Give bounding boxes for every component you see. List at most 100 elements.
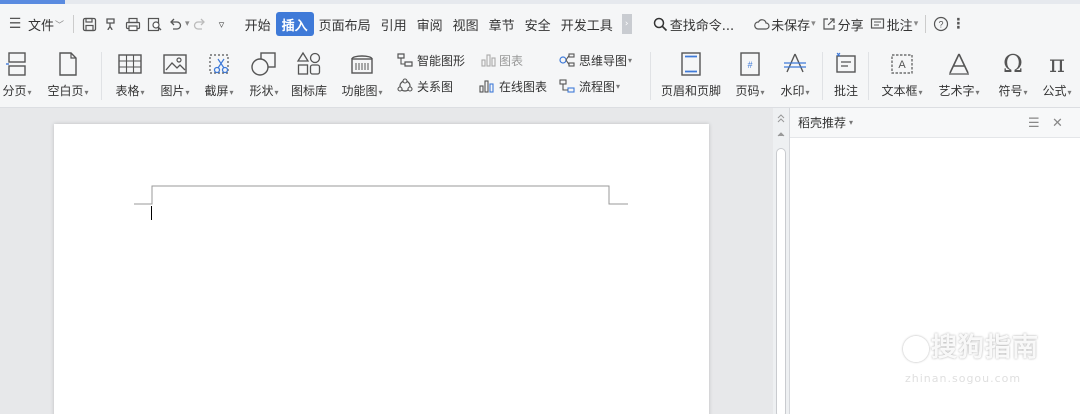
tab-chapter[interactable]: 章节 (484, 12, 520, 36)
textbox-label: 文本框 (881, 84, 918, 98)
picture-button[interactable]: 图片▾ (153, 46, 197, 100)
header-margin-marks (134, 185, 628, 205)
help-icon[interactable]: ? (930, 12, 952, 36)
relation-chart-button[interactable]: 关系图 (396, 76, 453, 96)
tab-references[interactable]: 引用 (376, 12, 412, 36)
table-button[interactable]: 表格▾ (108, 46, 152, 100)
undo-icon[interactable] (166, 12, 184, 36)
more-tabs-chevron-icon[interactable]: › (621, 14, 632, 34)
screenshot-label: 截屏 (204, 84, 229, 98)
online-chart-button[interactable]: 在线图表 (478, 76, 547, 96)
svg-text:?: ? (939, 20, 944, 30)
icon-library-button[interactable]: 图标库 (287, 46, 331, 100)
comment-icon (870, 18, 884, 29)
function-chart-button[interactable]: 功能图▾ (336, 46, 388, 100)
tab-insert[interactable]: 插入 (275, 12, 314, 36)
tab-view[interactable]: 视图 (448, 12, 484, 36)
chevron-down-icon: ▾ (1023, 88, 1028, 97)
textbox-button[interactable]: A 文本框▾ (874, 46, 930, 100)
chevron-down-icon: ▾ (760, 88, 765, 97)
watermark-button[interactable]: 水印▾ (773, 46, 817, 100)
chevron-down-icon[interactable]: ▾ (849, 118, 853, 127)
formula-button[interactable]: π 公式▾ (1036, 46, 1078, 100)
vertical-scrollbar[interactable] (773, 108, 789, 414)
tab-security[interactable]: 安全 (520, 12, 556, 36)
textbox-icon: A (889, 46, 915, 82)
separator (868, 52, 869, 100)
redo-icon[interactable] (190, 12, 210, 36)
scrollbar-thumb[interactable] (776, 148, 786, 414)
chevron-down-icon: ▾ (274, 88, 279, 97)
print-icon[interactable] (122, 12, 144, 36)
shape-button[interactable]: 形状▾ (242, 46, 286, 100)
function-chart-label: 功能图 (341, 84, 378, 98)
logo-icon (903, 335, 929, 362)
screenshot-button[interactable]: 截屏▾ (197, 46, 241, 100)
share-icon (823, 18, 835, 30)
search-command[interactable]: 查找命令... (650, 12, 737, 36)
share-button[interactable]: 分享 (819, 12, 867, 36)
chevron-down-icon: ▾ (628, 55, 633, 65)
save-icon[interactable] (78, 12, 100, 36)
chevron-down-icon: ▾ (27, 88, 32, 97)
tab-review[interactable]: 审阅 (412, 12, 448, 36)
symbol-button[interactable]: Ω 符号▾ (992, 46, 1034, 100)
page-break-label: 分页 (2, 84, 27, 98)
smart-art-button[interactable]: 智能图形 (396, 50, 465, 70)
online-chart-label: 在线图表 (499, 79, 548, 94)
comment-menu-label: 批注 (886, 18, 913, 34)
page-number-label: 页码 (735, 84, 760, 98)
print-preview-icon[interactable] (144, 12, 166, 36)
tab-strip (0, 0, 1080, 4)
menu-row: ☰ 文件 ﹀ ▾ ▿ 开始 插入 页面布局 引用 审阅 视图 章节 安全 开发工… (4, 10, 965, 38)
chevron-down-icon: ▾ (913, 19, 919, 29)
tab-developer[interactable]: 开发工具 (556, 12, 618, 36)
blank-page-button[interactable]: 空白页▾ (42, 46, 94, 100)
ribbon-insert: 分页▾ 空白页▾ 表格▾ 图片▾ 截屏▾ 形状▾ 图标库 功能图▾ 智能图形 图… (0, 46, 1080, 108)
document-page[interactable] (54, 124, 709, 414)
cloud-icon (754, 18, 770, 30)
page-number-icon: # (739, 46, 761, 82)
chevron-down-icon: ▾ (616, 81, 621, 91)
flowchart-icon (559, 79, 575, 93)
mindmap-button[interactable]: 思维导图 ▾ (558, 50, 632, 70)
customize-toolbar-icon[interactable]: ▿ (210, 12, 234, 36)
table-icon (117, 46, 143, 82)
screenshot-icon (206, 46, 232, 82)
scroll-up-icon[interactable] (773, 112, 789, 142)
flowchart-button[interactable]: 流程图 ▾ (558, 76, 620, 96)
file-menu[interactable]: 文件 ﹀ (26, 12, 69, 36)
close-icon[interactable]: ✕ (1052, 116, 1063, 131)
shape-icon (250, 46, 278, 82)
watermark-icon (782, 46, 808, 82)
flowchart-label: 流程图 (579, 79, 616, 94)
file-menu-label: 文件 (28, 18, 55, 34)
more-options-icon[interactable]: ⋮ (951, 12, 965, 36)
header-footer-button[interactable]: 页眉和页脚 (655, 46, 727, 100)
separator (925, 15, 927, 33)
table-label: 表格 (115, 84, 140, 98)
page-number-button[interactable]: # 页码▾ (729, 46, 771, 100)
page-break-button[interactable]: 分页▾ (0, 46, 40, 100)
tab-page-layout[interactable]: 页面布局 (314, 12, 376, 36)
insert-comment-button[interactable]: 批注 (826, 46, 866, 100)
online-chart-icon (479, 80, 494, 93)
chart-icon (481, 54, 496, 67)
side-panel-title[interactable]: 稻壳推荐 (798, 114, 846, 131)
format-painter-icon[interactable] (100, 12, 122, 36)
chart-button[interactable]: 图表 (480, 50, 523, 70)
chevron-down-icon: ▾ (1067, 88, 1072, 97)
share-label: 分享 (837, 18, 864, 34)
smart-art-icon (397, 53, 413, 67)
hamburger-icon[interactable]: ☰ (4, 12, 26, 36)
chevron-down-icon: ▾ (229, 88, 234, 97)
tab-home[interactable]: 开始 (240, 12, 276, 36)
panel-options-icon[interactable]: ☰ (1028, 116, 1040, 131)
wordart-icon (946, 46, 972, 82)
wordart-button[interactable]: 艺术字▾ (932, 46, 986, 100)
document-canvas[interactable] (0, 108, 773, 414)
shape-label: 形状 (249, 84, 274, 98)
blank-page-icon (57, 46, 79, 82)
comment-menu[interactable]: 批注 ▾ (867, 12, 922, 36)
unsaved-status[interactable]: 未保存 ▾ (751, 12, 819, 36)
